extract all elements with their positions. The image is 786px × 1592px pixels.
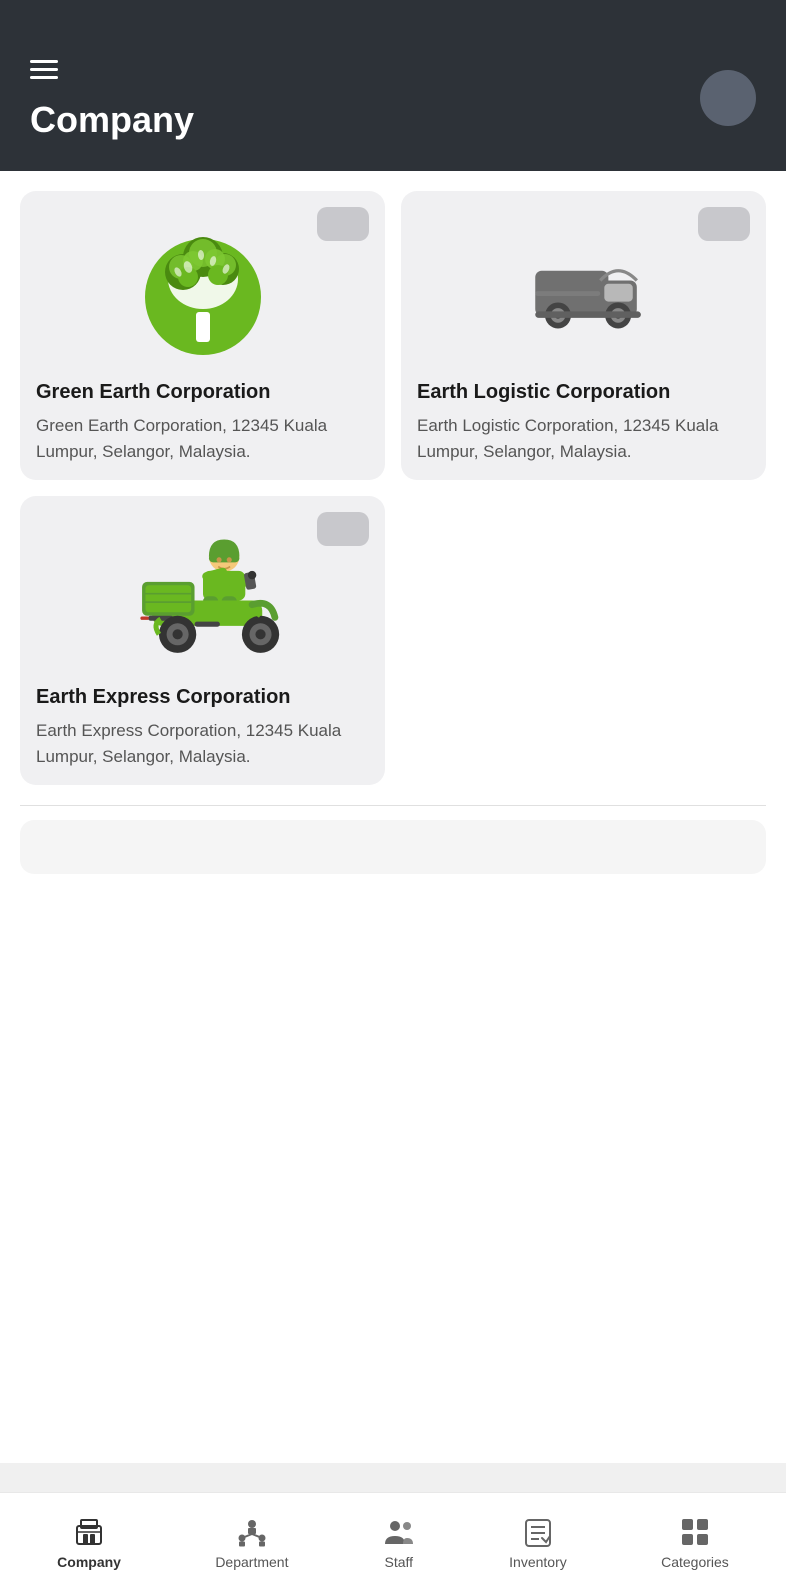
card-badge-earth-logistic (698, 207, 750, 241)
company-card-grid: Green Earth Corporation Green Earth Corp… (20, 191, 766, 785)
card-address-earth-express: Earth Express Corporation, 12345 Kuala L… (36, 718, 369, 769)
card-badge-green-earth (317, 207, 369, 241)
hamburger-menu-icon[interactable] (30, 60, 194, 79)
card-title-earth-express: Earth Express Corporation (36, 684, 369, 710)
nav-item-staff[interactable]: Staff (367, 1508, 431, 1578)
tree-illustration (133, 217, 273, 357)
search-bar[interactable] (20, 820, 766, 874)
page-title: Company (30, 99, 194, 141)
card-image-earth-express (36, 512, 369, 672)
card-badge-earth-express (317, 512, 369, 546)
company-icon (73, 1516, 105, 1548)
company-card-earth-express[interactable]: Earth Express Corporation Earth Express … (20, 496, 385, 785)
card-title-earth-logistic: Earth Logistic Corporation (417, 379, 750, 405)
content-divider (20, 805, 766, 806)
card-address-green-earth: Green Earth Corporation, 12345 Kuala Lum… (36, 413, 369, 464)
header-left: Company (30, 60, 194, 141)
company-card-green-earth[interactable]: Green Earth Corporation Green Earth Corp… (20, 191, 385, 480)
nav-label-company: Company (57, 1554, 121, 1570)
card-image-green-earth (36, 207, 369, 367)
company-card-earth-logistic[interactable]: Earth Logistic Corporation Earth Logisti… (401, 191, 766, 480)
header: Company (0, 0, 786, 171)
nav-label-categories: Categories (661, 1554, 729, 1570)
nav-label-department: Department (215, 1554, 288, 1570)
scooter-illustration (93, 517, 313, 667)
nav-label-inventory: Inventory (509, 1554, 567, 1570)
department-icon (236, 1516, 268, 1548)
avatar[interactable] (700, 70, 756, 126)
card-image-earth-logistic (417, 207, 750, 367)
nav-item-company[interactable]: Company (41, 1508, 137, 1578)
card-address-earth-logistic: Earth Logistic Corporation, 12345 Kuala … (417, 413, 750, 464)
nav-label-staff: Staff (385, 1554, 414, 1570)
bottom-nav: Company Department (0, 1492, 786, 1592)
main-content: Green Earth Corporation Green Earth Corp… (0, 171, 786, 1463)
nav-item-categories[interactable]: Categories (645, 1508, 745, 1578)
staff-icon (383, 1516, 415, 1548)
nav-item-department[interactable]: Department (199, 1508, 304, 1578)
nav-item-inventory[interactable]: Inventory (493, 1508, 583, 1578)
card-title-green-earth: Green Earth Corporation (36, 379, 369, 405)
inventory-icon (522, 1516, 554, 1548)
truck-illustration (519, 232, 649, 342)
categories-icon (679, 1516, 711, 1548)
